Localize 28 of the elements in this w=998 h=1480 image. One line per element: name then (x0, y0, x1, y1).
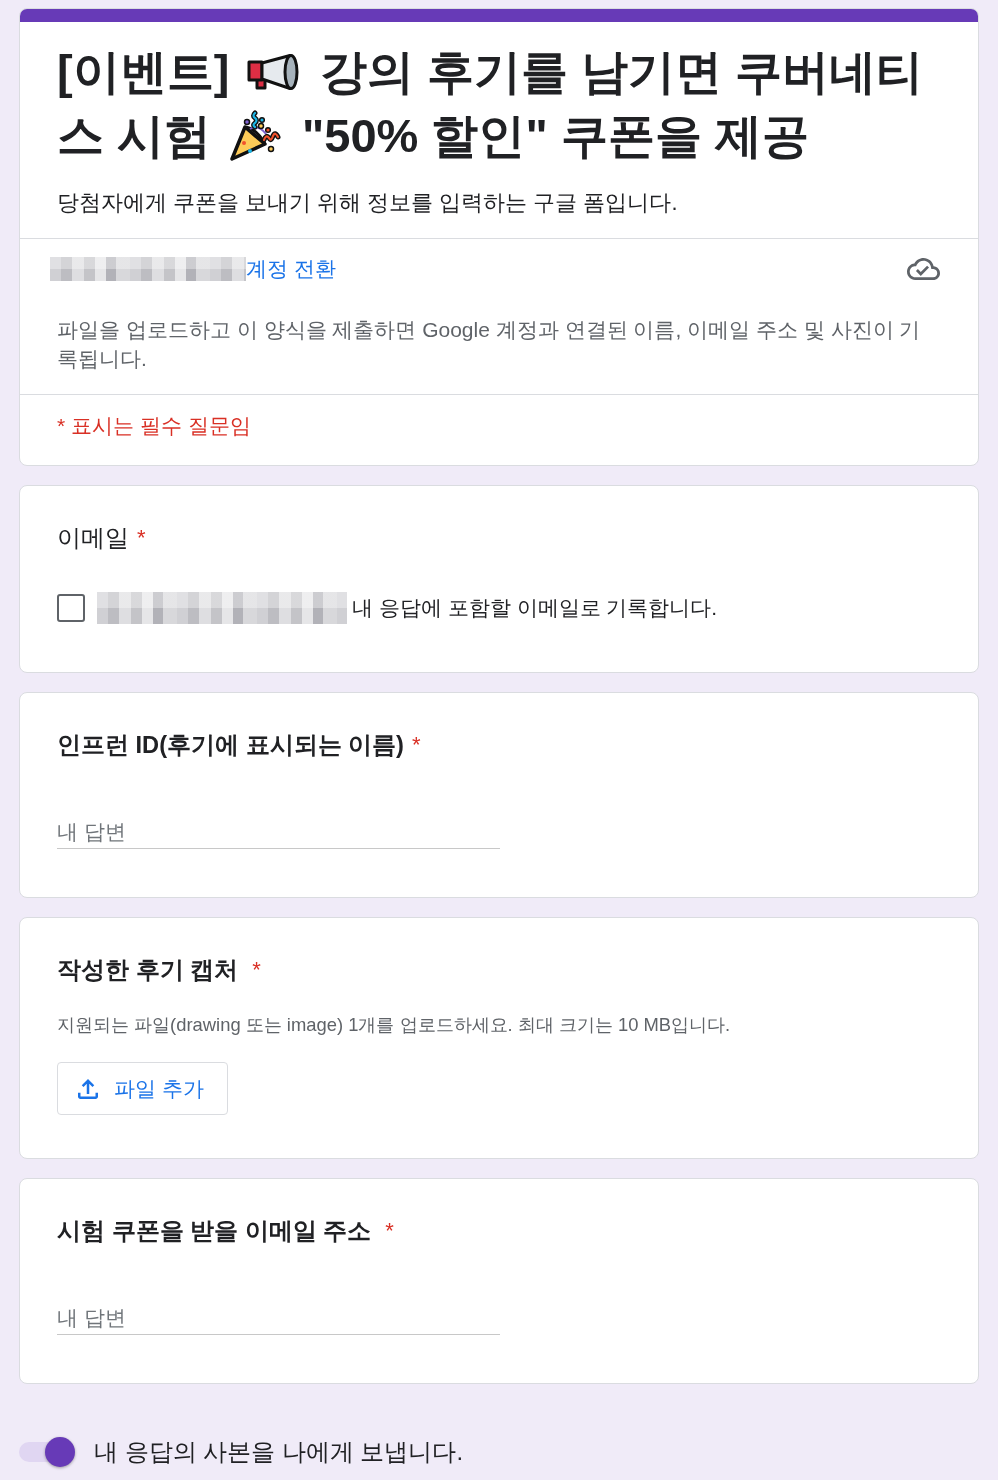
required-note: * 표시는 필수 질문임 (57, 414, 251, 438)
file-hint: 지원되는 파일(drawing 또는 image) 1개를 업로드하세요. 최대 크기는 10 MB입니다. (57, 1013, 732, 1037)
form-title: 스 시험 (57, 108, 212, 164)
required-asterisk: * (412, 731, 421, 759)
form-title: "50% 할인" 쿠폰을 제공 (302, 108, 809, 164)
privacy-notice: 파일을 업로드하고 이 양식을 제출하면 Google 계정과 연결된 이름, 이메일 주소 및 사진이 기록됩니다. (57, 317, 922, 372)
question-title: 이메일 (57, 524, 129, 553)
party-popper-icon (228, 110, 283, 162)
switch-account-link[interactable]: 계정 전환 (246, 257, 336, 281)
question-title: 작성한 후기 캡처 (57, 956, 239, 985)
form-title: [이벤트] (57, 44, 230, 100)
form-description: 당첨자에게 쿠폰을 보내기 위해 정보를 입력하는 구글 폼입니다. (57, 189, 679, 217)
required-asterisk: * (252, 956, 261, 984)
question-title: 인프런 ID(후기에 표시되는 이름) (57, 731, 404, 760)
add-file-button[interactable]: 파일 추가 (57, 1062, 228, 1115)
required-asterisk: * (137, 524, 146, 552)
form-title: 강의 후기를 남기면 쿠버네티 (320, 44, 924, 100)
answer-field[interactable]: 내 답변 (57, 816, 500, 849)
answer-field[interactable]: 내 답변 (57, 1302, 500, 1335)
toggle-switch[interactable] (19, 1437, 75, 1467)
megaphone-icon (246, 53, 301, 91)
toggle-label: 내 응답의 사본을 나에게 보냅니다. (94, 1437, 464, 1467)
required-asterisk: * (385, 1217, 394, 1245)
checkbox[interactable] (57, 594, 85, 622)
cloud-check-icon (907, 257, 940, 281)
question-title: 시험 쿠폰을 받을 이메일 주소 (57, 1217, 372, 1246)
checkbox-label: 내 응답에 포함할 이메일로 기록합니다. (352, 595, 718, 621)
upload-icon (78, 1078, 98, 1099)
